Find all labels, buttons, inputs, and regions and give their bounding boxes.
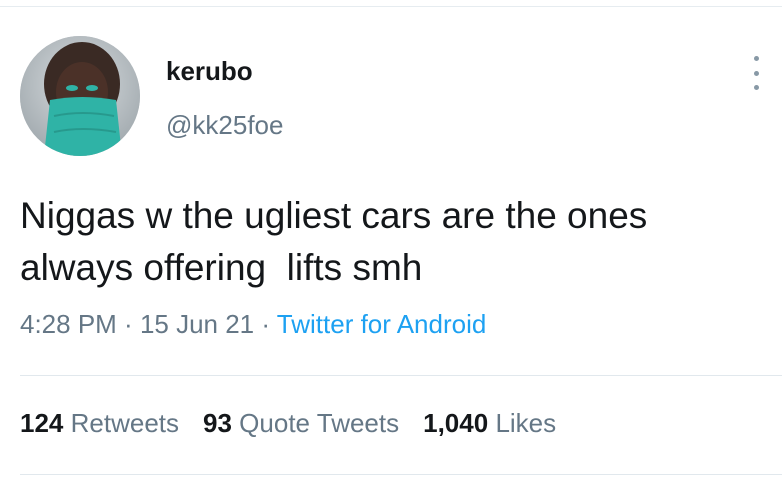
stats-divider-top [20, 375, 782, 376]
retweets-stat[interactable]: 124 Retweets [20, 408, 179, 439]
tweet-date[interactable]: 15 Jun 21 [140, 309, 254, 339]
top-divider [0, 6, 782, 7]
stats-divider-bottom [20, 474, 782, 475]
tweet-text: Niggas w the ugliest cars are the ones a… [20, 195, 648, 288]
tweet-source-link[interactable]: Twitter for Android [277, 309, 487, 339]
display-name[interactable]: kerubo [166, 56, 253, 87]
meta-separator: · [254, 309, 277, 339]
avatar[interactable] [20, 36, 140, 156]
dot [753, 70, 759, 76]
likes-label: Likes [495, 408, 557, 438]
quote-tweets-count: 93 [203, 408, 232, 438]
retweets-count: 124 [20, 408, 64, 438]
user-handle[interactable]: @kk25foe [166, 110, 283, 141]
quote-tweets-stat[interactable]: 93 Quote Tweets [203, 408, 399, 439]
more-vertical-icon[interactable] [750, 56, 762, 90]
tweet-time[interactable]: 4:28 PM [20, 309, 117, 339]
quote-tweets-label: Quote Tweets [239, 408, 400, 438]
dot [753, 85, 759, 90]
tweet-stats: 124 Retweets 93 Quote Tweets 1,040 Likes [20, 408, 580, 439]
likes-stat[interactable]: 1,040 Likes [423, 408, 556, 439]
tweet-detail: kerubo @kk25foe Niggas w the ugliest car… [0, 0, 782, 487]
likes-count: 1,040 [423, 408, 489, 438]
tweet-metadata: 4:28 PM · 15 Jun 21 · Twitter for Androi… [20, 309, 486, 340]
meta-separator: · [116, 309, 140, 339]
retweets-label: Retweets [70, 408, 180, 438]
dot [753, 56, 759, 61]
avatar-image [20, 36, 140, 156]
